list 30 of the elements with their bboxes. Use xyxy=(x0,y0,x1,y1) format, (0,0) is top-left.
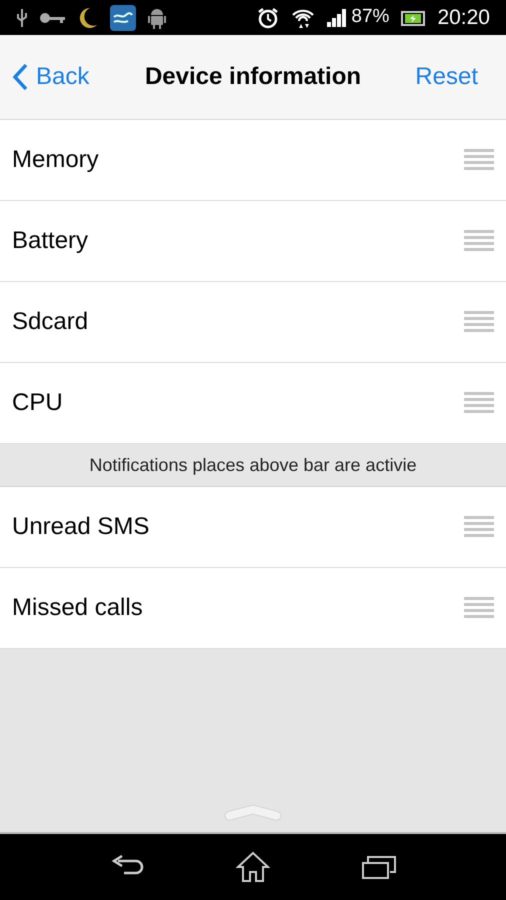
reset-button[interactable]: Reset xyxy=(374,59,494,95)
back-button[interactable]: Back xyxy=(12,59,132,95)
list-item-label[interactable]: Unread SMS xyxy=(12,509,150,545)
list-item-label[interactable]: Missed calls xyxy=(12,590,143,626)
drag-handle-icon[interactable] xyxy=(464,149,494,171)
list-item-label[interactable]: CPU xyxy=(12,385,63,421)
list-item-label[interactable]: Sdcard xyxy=(12,304,88,340)
section-header: Notifications places above bar are activie xyxy=(0,444,506,487)
key-icon xyxy=(40,12,66,24)
signal-icon xyxy=(327,8,348,26)
drag-handle-icon[interactable] xyxy=(464,597,494,619)
drag-handle-icon[interactable] xyxy=(464,230,494,252)
drag-handle-icon[interactable] xyxy=(464,311,494,333)
drag-handle-icon[interactable] xyxy=(464,516,494,538)
usb-icon xyxy=(16,8,28,28)
screen-title: Device information xyxy=(144,62,362,92)
clock-time: 20:20 xyxy=(437,4,490,31)
home-icon[interactable] xyxy=(236,851,270,883)
list-item-label[interactable]: Battery xyxy=(12,223,88,259)
moon-icon xyxy=(78,6,98,28)
wifi-icon xyxy=(291,8,316,28)
battery-percent: 87% xyxy=(351,5,390,30)
chevron-left-icon xyxy=(12,63,28,91)
battery-icon xyxy=(401,10,426,26)
drag-handle-icon[interactable] xyxy=(464,392,494,414)
android-icon xyxy=(148,6,166,28)
list-item-label[interactable]: Memory xyxy=(12,142,99,178)
alarm-clock-icon xyxy=(257,6,280,28)
app-icon xyxy=(110,4,136,30)
recent-apps-icon[interactable] xyxy=(362,855,396,879)
